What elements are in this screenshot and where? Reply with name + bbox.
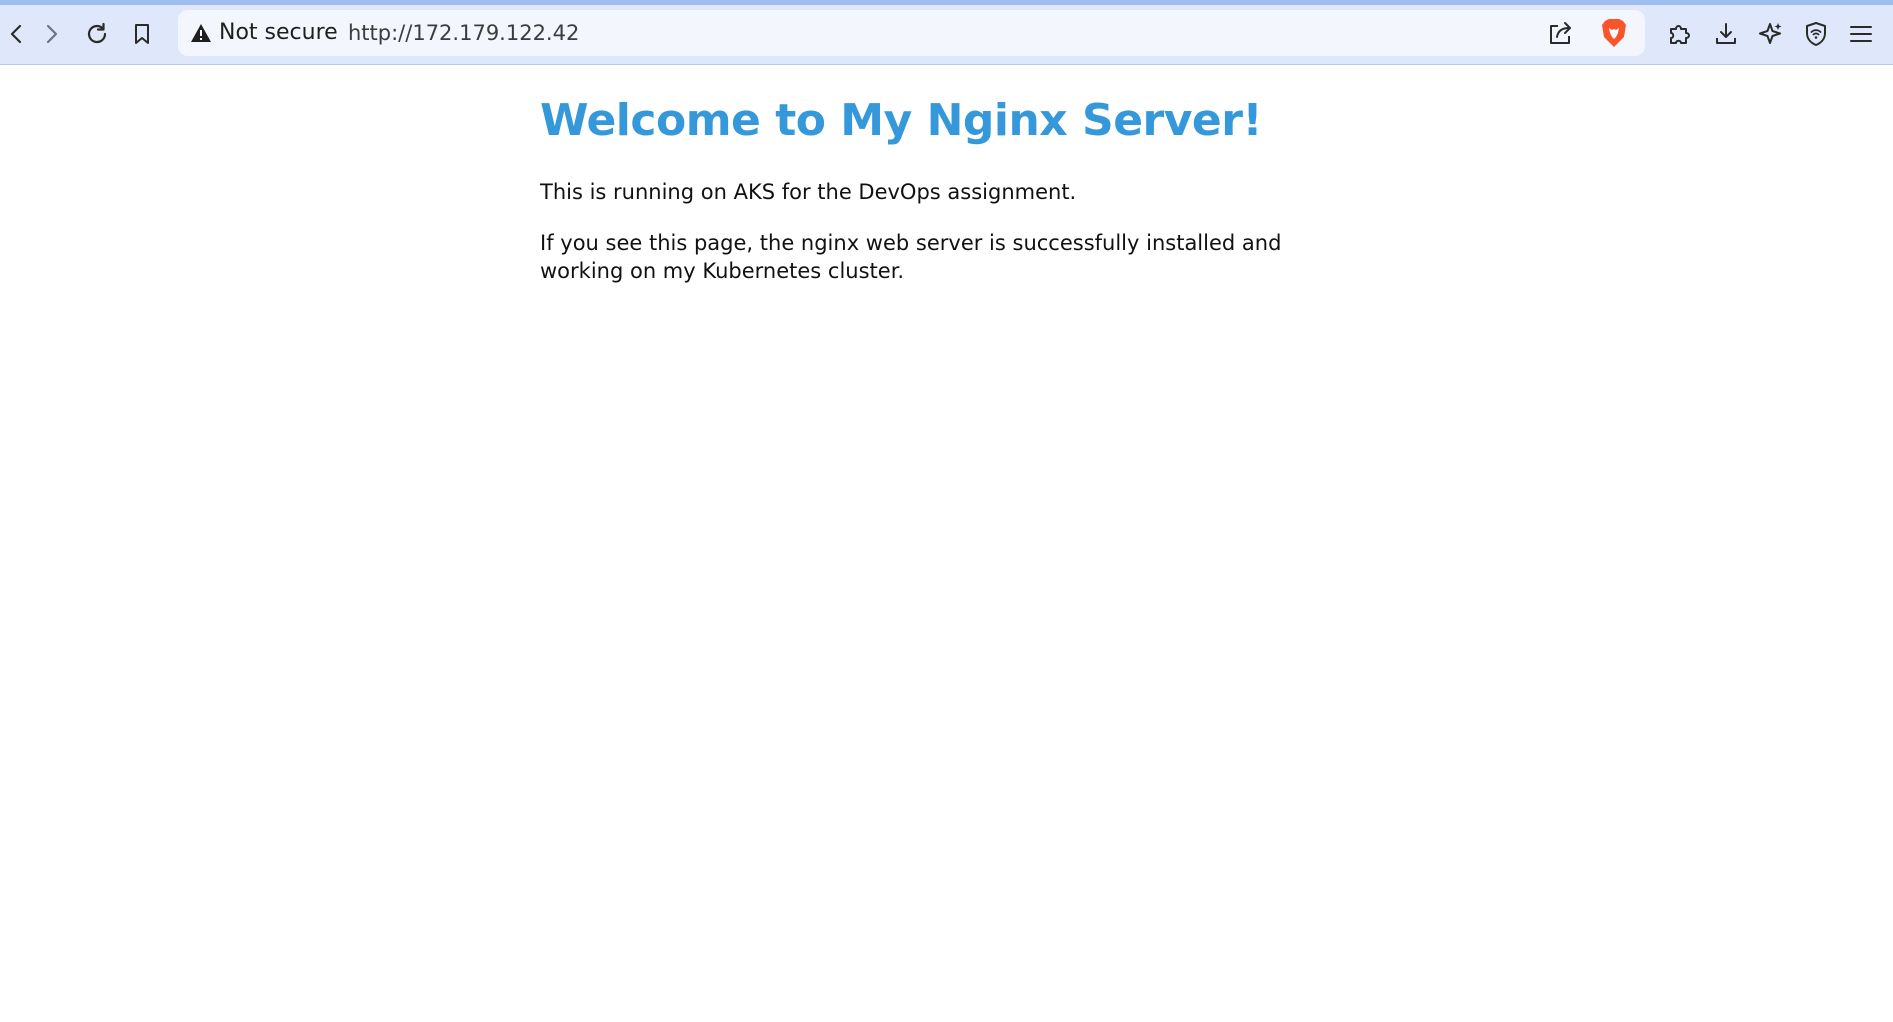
page-content: Welcome to My Nginx Server! This is runn… xyxy=(0,65,1893,1022)
brave-lion-icon[interactable] xyxy=(1599,17,1629,49)
intro-paragraph: This is running on AKS for the DevOps as… xyxy=(540,180,1077,204)
share-icon[interactable] xyxy=(1547,20,1575,46)
vpn-button[interactable] xyxy=(1799,17,1833,51)
url-text[interactable]: http://172.179.122.42 xyxy=(348,10,579,56)
downloads-button[interactable] xyxy=(1709,17,1743,51)
shield-wifi-icon xyxy=(1806,22,1826,46)
extensions-button[interactable] xyxy=(1663,17,1697,51)
puzzle-icon xyxy=(1670,25,1690,44)
forward-button[interactable] xyxy=(34,17,68,51)
download-icon xyxy=(1716,23,1736,44)
browser-toolbar: Not secure http://172.179.122.42 xyxy=(0,5,1893,65)
address-bar[interactable]: Not secure http://172.179.122.42 xyxy=(178,10,1645,56)
sparkle-star-icon xyxy=(1759,23,1782,44)
forward-arrow-icon xyxy=(46,24,58,44)
reload-button[interactable] xyxy=(80,17,114,51)
bookmark-icon xyxy=(135,24,149,44)
page-title: Welcome to My Nginx Server! xyxy=(540,95,1263,146)
security-status-label[interactable]: Not secure xyxy=(219,10,338,56)
leo-ai-button[interactable] xyxy=(1754,17,1788,51)
hamburger-menu-icon xyxy=(1850,26,1872,42)
reload-icon xyxy=(87,22,107,44)
browser-window: Not secure http://172.179.122.42 Welcome… xyxy=(0,0,1893,1022)
back-arrow-icon xyxy=(10,24,22,44)
back-button[interactable] xyxy=(0,17,34,51)
status-paragraph: If you see this page, the nginx web serv… xyxy=(540,231,1282,283)
main-menu-button[interactable] xyxy=(1844,17,1878,51)
bookmark-button[interactable] xyxy=(125,17,159,51)
warning-triangle-icon[interactable] xyxy=(190,23,212,43)
